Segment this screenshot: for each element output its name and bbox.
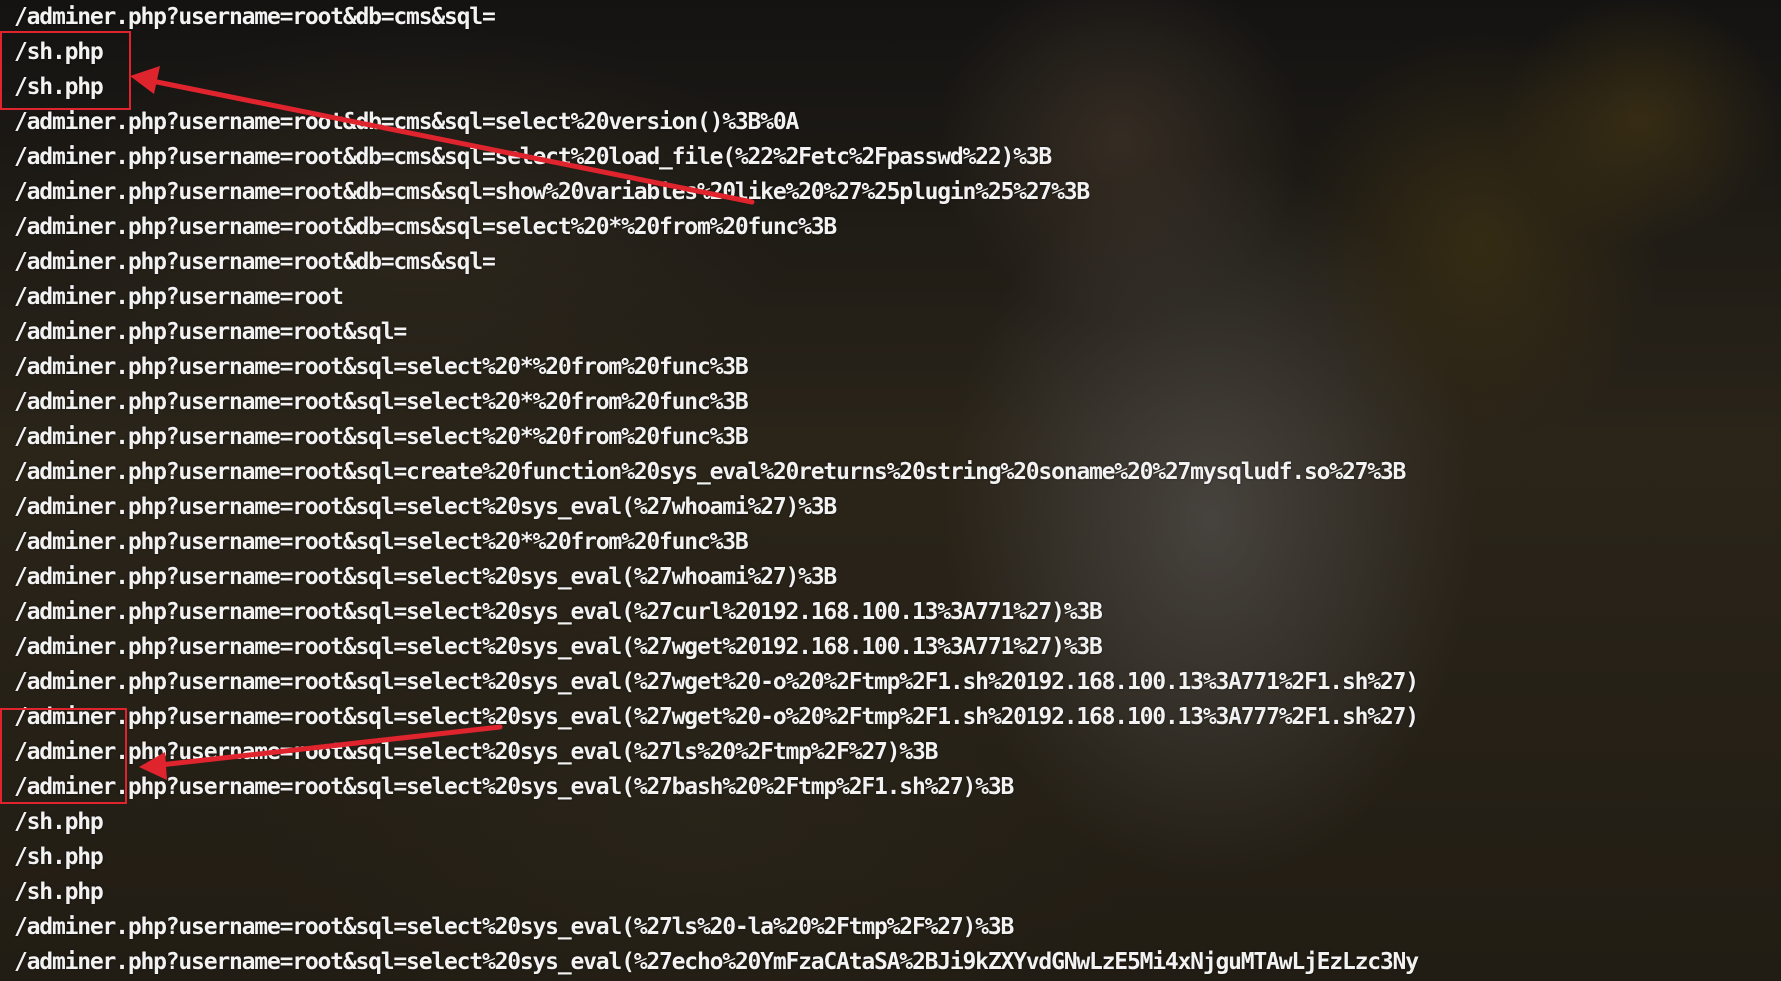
log-line: /adminer.php?username=root&sql=create%20… — [14, 459, 1406, 485]
log-line: /adminer.php?username=root&sql=select%20… — [14, 599, 1103, 625]
log-line: /adminer.php?username=root&sql=select%20… — [14, 739, 938, 765]
access-log-output: /adminer.php?username=root&db=cms&sql= /s… — [14, 0, 1419, 980]
log-line: /adminer.php?username=root&sql=select%20… — [14, 949, 1419, 975]
highlight-box-top — [0, 31, 131, 110]
highlight-box-bottom — [0, 708, 127, 804]
log-line: /adminer.php?username=root&db=cms&sql=se… — [14, 109, 799, 135]
log-line: /sh.php — [14, 879, 104, 905]
log-line: /adminer.php?username=root&db=cms&sql=sh… — [14, 179, 1090, 205]
log-line: /sh.php — [14, 74, 104, 100]
log-line: /adminer.php?username=root&sql=select%20… — [14, 634, 1103, 660]
log-line: /adminer.php?username=root&sql=select%20… — [14, 704, 1419, 730]
log-line: /adminer.php?username=root — [14, 284, 344, 310]
log-line: /sh.php — [14, 809, 104, 835]
log-line: /adminer.php?username=root&sql=select%20… — [14, 354, 749, 380]
log-line: /adminer.php?username=root&db=cms&sql= — [14, 4, 496, 30]
log-line: /sh.php — [14, 39, 104, 65]
log-line: /sh.php — [14, 844, 104, 870]
log-line: /adminer.php?username=root&db=cms&sql= — [14, 249, 496, 275]
terminal-window: /adminer.php?username=root&db=cms&sql= /s… — [0, 0, 1781, 981]
log-line: /adminer.php?username=root&sql=select%20… — [14, 669, 1419, 695]
log-line: /adminer.php?username=root&sql=select%20… — [14, 529, 749, 555]
log-line: /adminer.php?username=root&db=cms&sql=se… — [14, 214, 837, 240]
log-line: /adminer.php?username=root&sql=select%20… — [14, 494, 837, 520]
log-line: /adminer.php?username=root&db=cms&sql=se… — [14, 144, 1052, 170]
log-line: /adminer.php?username=root&sql=select%20… — [14, 424, 749, 450]
log-line: /adminer.php?username=root&sql=select%20… — [14, 914, 1014, 940]
log-line: /adminer.php?username=root&sql=select%20… — [14, 564, 837, 590]
log-line: /adminer.php?username=root&sql= — [14, 319, 407, 345]
log-line: /adminer.php?username=root&sql=select%20… — [14, 774, 1014, 800]
log-line: /adminer.php?username=root&sql=select%20… — [14, 389, 749, 415]
